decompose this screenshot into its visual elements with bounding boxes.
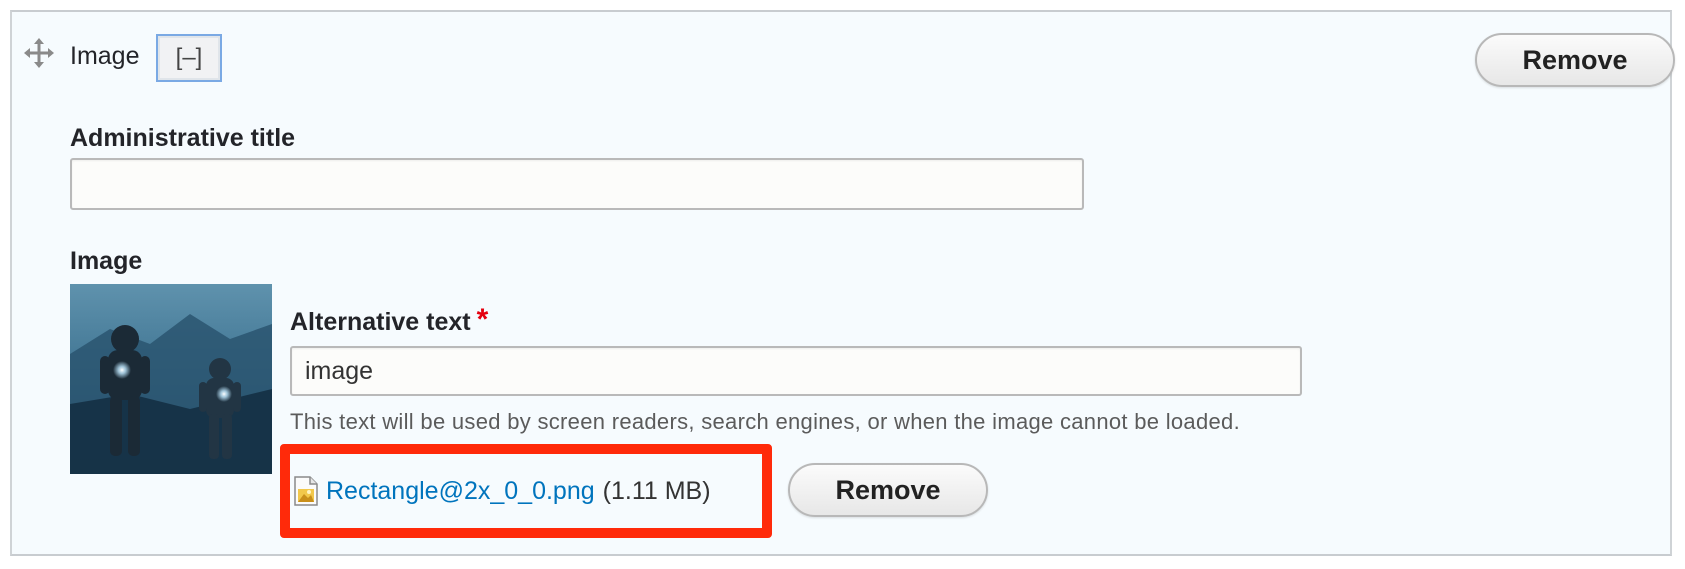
image-field-label: Image — [70, 247, 143, 275]
file-size: (1.11 MB) — [602, 476, 711, 505]
alt-text-help: This text will be used by screen readers… — [290, 409, 1240, 434]
remove-file-button[interactable]: Remove — [788, 463, 988, 517]
paragraph-title: Image — [70, 42, 140, 70]
collapse-button[interactable]: [–] — [156, 34, 222, 82]
drag-handle-icon[interactable] — [24, 38, 54, 68]
administrative-title-label: Administrative title — [70, 124, 296, 152]
file-info: Rectangle@2x_0_0.png (1.11 MB) — [294, 474, 711, 508]
image-file-icon — [294, 476, 318, 506]
file-link[interactable]: Rectangle@2x_0_0.png — [326, 477, 595, 506]
alt-text-label: Alternative text * — [290, 303, 489, 338]
image-thumbnail — [70, 284, 272, 474]
alt-text-input[interactable] — [290, 346, 1302, 396]
remove-paragraph-button[interactable]: Remove — [1475, 33, 1675, 87]
alt-text-label-text: Alternative text — [290, 308, 471, 336]
administrative-title-input[interactable] — [70, 158, 1084, 210]
required-marker: * — [476, 303, 489, 336]
page: Image [–] Remove Administrative title Im… — [0, 0, 1685, 569]
